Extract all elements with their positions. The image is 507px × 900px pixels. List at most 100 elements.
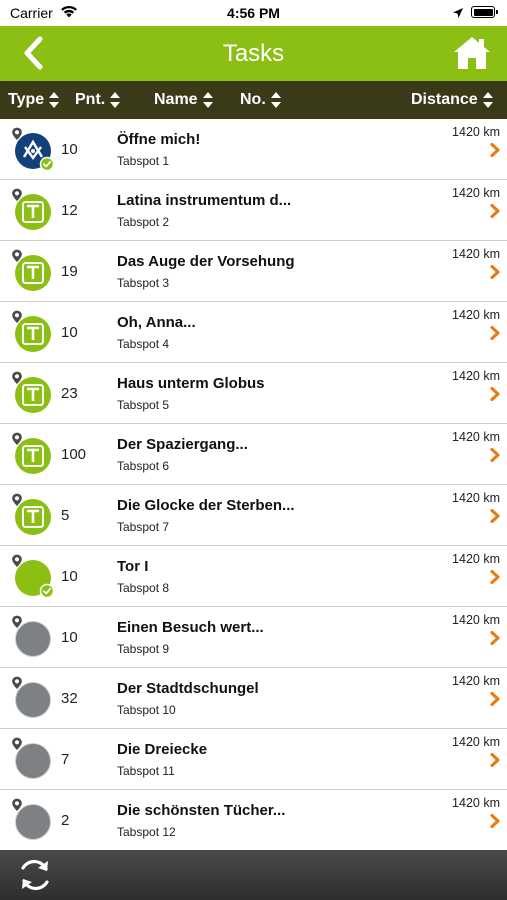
task-distance: 1420 km bbox=[452, 491, 500, 505]
sort-arrows-icon bbox=[482, 92, 493, 108]
checkmark-icon bbox=[39, 156, 55, 172]
task-row[interactable]: 100 Der Spaziergang... Tabspot 6 1420 km bbox=[0, 424, 507, 485]
task-type-badge bbox=[10, 431, 56, 477]
task-distance: 1420 km bbox=[452, 369, 500, 383]
task-distance: 1420 km bbox=[452, 308, 500, 322]
bottom-toolbar bbox=[0, 850, 507, 900]
task-points: 10 bbox=[61, 141, 78, 158]
task-name: Die Glocke der Sterben... bbox=[117, 497, 295, 514]
task-distance: 1420 km bbox=[452, 552, 500, 566]
chevron-right-icon bbox=[490, 204, 500, 218]
task-type-badge bbox=[10, 187, 56, 233]
sort-name[interactable]: Name bbox=[154, 91, 214, 109]
chevron-right-icon bbox=[490, 570, 500, 584]
task-points: 12 bbox=[61, 202, 78, 219]
task-name: Haus unterm Globus bbox=[117, 375, 265, 392]
task-subtitle: Tabspot 3 bbox=[117, 276, 170, 290]
task-row[interactable]: 10 Öffne mich! Tabspot 1 1420 km bbox=[0, 119, 507, 180]
chevron-right-icon bbox=[490, 692, 500, 706]
task-name: Öffne mich! bbox=[117, 131, 201, 148]
sort-arrows-icon bbox=[110, 92, 121, 108]
task-points: 10 bbox=[61, 629, 78, 646]
task-type-badge bbox=[10, 248, 56, 294]
task-row[interactable]: 12 Latina instrumentum d... Tabspot 2 1420 … bbox=[0, 180, 507, 241]
chevron-right-icon bbox=[490, 509, 500, 523]
battery-icon bbox=[471, 6, 498, 18]
column-label: No. bbox=[240, 91, 266, 108]
task-points: 19 bbox=[61, 263, 78, 280]
task-points: 10 bbox=[61, 324, 78, 341]
chevron-right-icon bbox=[490, 265, 500, 279]
sort-arrows-icon bbox=[202, 92, 213, 108]
checkmark-icon bbox=[39, 583, 55, 599]
task-subtitle: Tabspot 7 bbox=[117, 520, 170, 534]
task-type-badge bbox=[10, 309, 56, 355]
sort-number[interactable]: No. bbox=[240, 91, 282, 109]
task-subtitle: Tabspot 9 bbox=[117, 642, 170, 656]
chevron-right-icon bbox=[490, 448, 500, 462]
task-type-badge bbox=[10, 614, 56, 660]
task-type-badge bbox=[10, 736, 56, 782]
task-subtitle: Tabspot 11 bbox=[117, 764, 175, 778]
task-subtitle: Tabspot 8 bbox=[117, 581, 170, 595]
chevron-right-icon bbox=[490, 814, 500, 828]
task-name: Die Dreiecke bbox=[117, 741, 208, 758]
task-points: 32 bbox=[61, 690, 78, 707]
task-type-badge bbox=[10, 370, 56, 416]
chevron-right-icon bbox=[490, 326, 500, 340]
sort-type[interactable]: Type bbox=[8, 91, 60, 109]
task-distance: 1420 km bbox=[452, 247, 500, 261]
task-row[interactable]: 10 Oh, Anna... Tabspot 4 1420 km bbox=[0, 302, 507, 363]
task-distance: 1420 km bbox=[452, 674, 500, 688]
task-name: Der Spaziergang... bbox=[117, 436, 248, 453]
task-name: Einen Besuch wert... bbox=[117, 619, 264, 636]
task-type-badge bbox=[10, 553, 56, 599]
task-subtitle: Tabspot 12 bbox=[117, 825, 176, 839]
task-subtitle: Tabspot 6 bbox=[117, 459, 170, 473]
location-arrow-icon bbox=[452, 6, 464, 24]
task-subtitle: Tabspot 10 bbox=[117, 703, 176, 717]
task-row[interactable]: 10 Einen Besuch wert... Tabspot 9 1420 km bbox=[0, 607, 507, 668]
nav-bar: Tasks bbox=[0, 26, 507, 81]
task-name: Der Stadtdschungel bbox=[117, 680, 259, 697]
task-subtitle: Tabspot 5 bbox=[117, 398, 170, 412]
task-points: 10 bbox=[61, 568, 78, 585]
task-distance: 1420 km bbox=[452, 613, 500, 627]
task-distance: 1420 km bbox=[452, 186, 500, 200]
task-row[interactable]: 23 Haus unterm Globus Tabspot 5 1420 km bbox=[0, 363, 507, 424]
chevron-right-icon bbox=[490, 753, 500, 767]
task-row[interactable]: 2 Die schönsten Tücher... Tabspot 12 1420 k… bbox=[0, 790, 507, 850]
task-points: 7 bbox=[61, 751, 70, 768]
task-distance: 1420 km bbox=[452, 796, 500, 810]
task-row[interactable]: 5 Die Glocke der Sterben... Tabspot 7 1420 … bbox=[0, 485, 507, 546]
sort-arrows-icon bbox=[49, 92, 60, 108]
task-name: Oh, Anna... bbox=[117, 314, 196, 331]
task-row[interactable]: 10 Tor I Tabspot 8 1420 km bbox=[0, 546, 507, 607]
task-row[interactable]: 19 Das Auge der Vorsehung Tabspot 3 1420 km bbox=[0, 241, 507, 302]
task-points: 100 bbox=[61, 446, 87, 463]
task-list[interactable]: 10 Öffne mich! Tabspot 1 1420 km 12 Latina in… bbox=[0, 119, 507, 850]
refresh-button[interactable] bbox=[15, 855, 55, 895]
task-type-badge bbox=[10, 492, 56, 538]
task-type-badge bbox=[10, 797, 56, 843]
task-subtitle: Tabspot 2 bbox=[117, 215, 170, 229]
sort-points[interactable]: Pnt. bbox=[75, 91, 121, 109]
task-distance: 1420 km bbox=[452, 125, 500, 139]
column-label: Pnt. bbox=[75, 91, 106, 108]
column-label: Distance bbox=[411, 91, 478, 108]
task-row[interactable]: 7 Die Dreiecke Tabspot 11 1420 km bbox=[0, 729, 507, 790]
task-row[interactable]: 32 Der Stadtdschungel Tabspot 10 1420 km bbox=[0, 668, 507, 729]
chevron-right-icon bbox=[490, 387, 500, 401]
home-button[interactable] bbox=[452, 35, 492, 71]
task-subtitle: Tabspot 4 bbox=[117, 337, 170, 351]
sort-distance[interactable]: Distance bbox=[411, 91, 494, 109]
clock: 4:56 PM bbox=[227, 5, 280, 21]
chevron-right-icon bbox=[490, 143, 500, 157]
task-points: 2 bbox=[61, 812, 70, 829]
page-title: Tasks bbox=[222, 40, 285, 67]
task-distance: 1420 km bbox=[452, 430, 500, 444]
task-name: Latina instrumentum d... bbox=[117, 192, 292, 209]
task-type-badge bbox=[10, 675, 56, 721]
task-name: Das Auge der Vorsehung bbox=[117, 253, 295, 270]
status-bar: Carrier 4:56 PM bbox=[0, 0, 507, 26]
